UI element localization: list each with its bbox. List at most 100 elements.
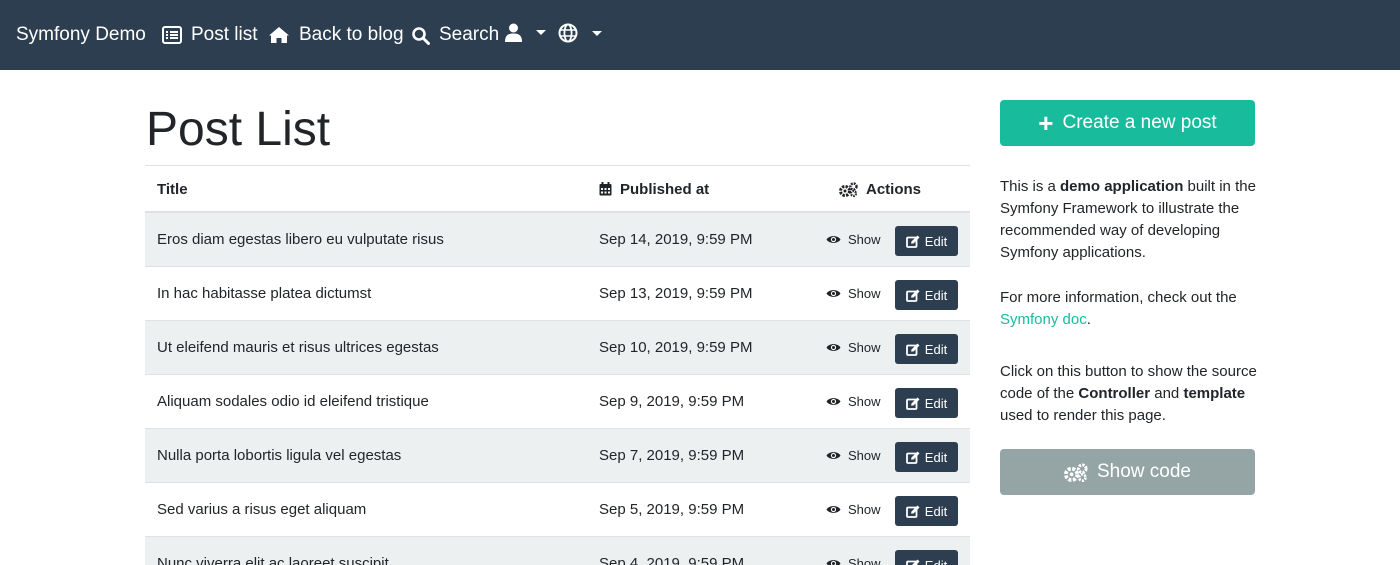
show-post-label: Show (848, 232, 881, 247)
show-post-button[interactable]: Show (826, 429, 881, 482)
list-alt-icon (162, 26, 182, 44)
table-row: In hac habitasse platea dictumst Sep 13, … (145, 267, 970, 321)
show-post-button[interactable]: Show (826, 375, 881, 428)
edit-icon (905, 289, 920, 302)
column-header-actions: Actions (839, 166, 921, 212)
brand-link[interactable]: Symfony Demo (16, 23, 146, 47)
table-row: Nulla porta lobortis ligula vel egestas S… (145, 429, 970, 483)
user-menu-toggle[interactable] (505, 23, 546, 42)
edit-post-button[interactable]: Edit (895, 550, 958, 565)
edit-post-button[interactable]: Edit (895, 442, 958, 472)
nav-search-label: Search (439, 24, 500, 45)
cogs-icon (1063, 462, 1088, 482)
edit-icon (905, 559, 920, 565)
nav-back-to-blog[interactable]: Back to blog (268, 23, 404, 47)
post-title: Nulla porta lobortis ligula vel egestas (157, 447, 402, 464)
edit-post-button[interactable]: Edit (895, 496, 958, 526)
search-icon (412, 26, 430, 45)
show-post-label: Show (848, 286, 881, 301)
cogs-icon (839, 181, 858, 197)
show-code-label: Show code (1096, 461, 1191, 482)
table-header: Title Published at Actions (145, 165, 970, 213)
calendar-icon (599, 182, 612, 196)
edit-icon (905, 397, 920, 410)
create-post-button[interactable]: + Create a new post (1000, 100, 1255, 146)
nav-post-list[interactable]: Post list (162, 23, 258, 47)
post-published-at: Sep 4, 2019, 9:59 PM (599, 555, 745, 565)
show-post-label: Show (848, 556, 881, 565)
table-row: Ut eleifend mauris et risus ultrices ege… (145, 321, 970, 375)
chevron-down-icon (536, 30, 546, 35)
edit-post-button[interactable]: Edit (895, 388, 958, 418)
show-post-button[interactable]: Show (826, 537, 881, 565)
show-post-label: Show (848, 502, 881, 517)
eye-icon (826, 398, 841, 405)
intro-text: This is a demo application built in the … (1000, 176, 1260, 264)
more-info-post: . (1086, 311, 1091, 328)
symfony-doc-link[interactable]: Symfony doc (1000, 311, 1087, 328)
language-menu-toggle[interactable] (558, 23, 602, 43)
edit-icon (905, 451, 920, 464)
page-title: Post List (146, 103, 331, 156)
code-hint-template: template (1183, 385, 1246, 402)
post-title: In hac habitasse platea dictumst (157, 285, 372, 302)
edit-post-label: Edit (924, 233, 948, 249)
code-hint-post: used to render this page. (1000, 407, 1166, 424)
column-header-published: Published at (599, 166, 709, 212)
edit-post-label: Edit (924, 341, 948, 357)
table-row: Sed varius a risus eget aliquam Sep 5, 20… (145, 483, 970, 537)
post-published-at: Sep 10, 2019, 9:59 PM (599, 339, 753, 356)
post-published-at: Sep 7, 2019, 9:59 PM (599, 447, 745, 464)
post-title: Ut eleifend mauris et risus ultrices ege… (157, 339, 439, 356)
show-post-button[interactable]: Show (826, 213, 881, 266)
nav-post-list-label: Post list (191, 24, 258, 45)
show-code-button[interactable]: Show code (1000, 449, 1255, 495)
column-header-title: Title (157, 180, 188, 198)
top-navbar: Symfony Demo Post list Back to blog Sear… (0, 0, 1400, 70)
home-icon (269, 27, 289, 43)
edit-post-label: Edit (924, 395, 948, 411)
chevron-down-icon (592, 30, 602, 36)
intro-text-bold: demo application (1060, 178, 1184, 195)
show-post-label: Show (848, 340, 881, 355)
post-title: Sed varius a risus eget aliquam (157, 501, 367, 518)
edit-post-button[interactable]: Edit (895, 226, 958, 256)
show-post-button[interactable]: Show (826, 321, 881, 374)
show-code-hint: Click on this button to show the source … (1000, 361, 1260, 427)
post-table: Title Published at Actions Eros diam ege… (145, 165, 970, 565)
code-hint-controller: Controller (1078, 385, 1151, 402)
globe-icon (558, 23, 578, 43)
more-info-pre: For more information, check out the (1000, 289, 1237, 306)
edit-post-button[interactable]: Edit (895, 280, 958, 310)
post-published-at: Sep 5, 2019, 9:59 PM (599, 501, 745, 518)
edit-post-button[interactable]: Edit (895, 334, 958, 364)
nav-back-to-blog-label: Back to blog (299, 24, 404, 45)
code-hint-mid: and (1150, 385, 1184, 402)
column-header-actions-label: Actions (866, 180, 922, 198)
eye-icon (826, 344, 841, 351)
nav-search[interactable]: Search (411, 23, 499, 47)
edit-icon (905, 505, 920, 518)
create-post-label: Create a new post (1062, 112, 1217, 133)
edit-post-label: Edit (924, 503, 948, 519)
eye-icon (826, 236, 841, 243)
edit-post-label: Edit (924, 449, 948, 465)
show-post-label: Show (848, 394, 881, 409)
plus-icon: + (1038, 108, 1054, 138)
eye-icon (826, 560, 841, 565)
intro-text-pre: This is a (1000, 178, 1061, 195)
post-published-at: Sep 14, 2019, 9:59 PM (599, 231, 753, 248)
eye-icon (826, 506, 841, 513)
post-published-at: Sep 9, 2019, 9:59 PM (599, 393, 745, 410)
table-row: Eros diam egestas libero eu vulputate ri… (145, 213, 970, 267)
show-post-button[interactable]: Show (826, 483, 881, 536)
show-post-button[interactable]: Show (826, 267, 881, 320)
post-published-at: Sep 13, 2019, 9:59 PM (599, 285, 753, 302)
edit-post-label: Edit (924, 557, 948, 565)
eye-icon (826, 290, 841, 297)
edit-icon (905, 343, 920, 356)
edit-post-label: Edit (924, 287, 948, 303)
more-info-text: For more information, check out the Symf… (1000, 287, 1260, 331)
post-title: Aliquam sodales odio id eleifend tristiq… (157, 393, 429, 410)
user-icon (505, 23, 522, 42)
